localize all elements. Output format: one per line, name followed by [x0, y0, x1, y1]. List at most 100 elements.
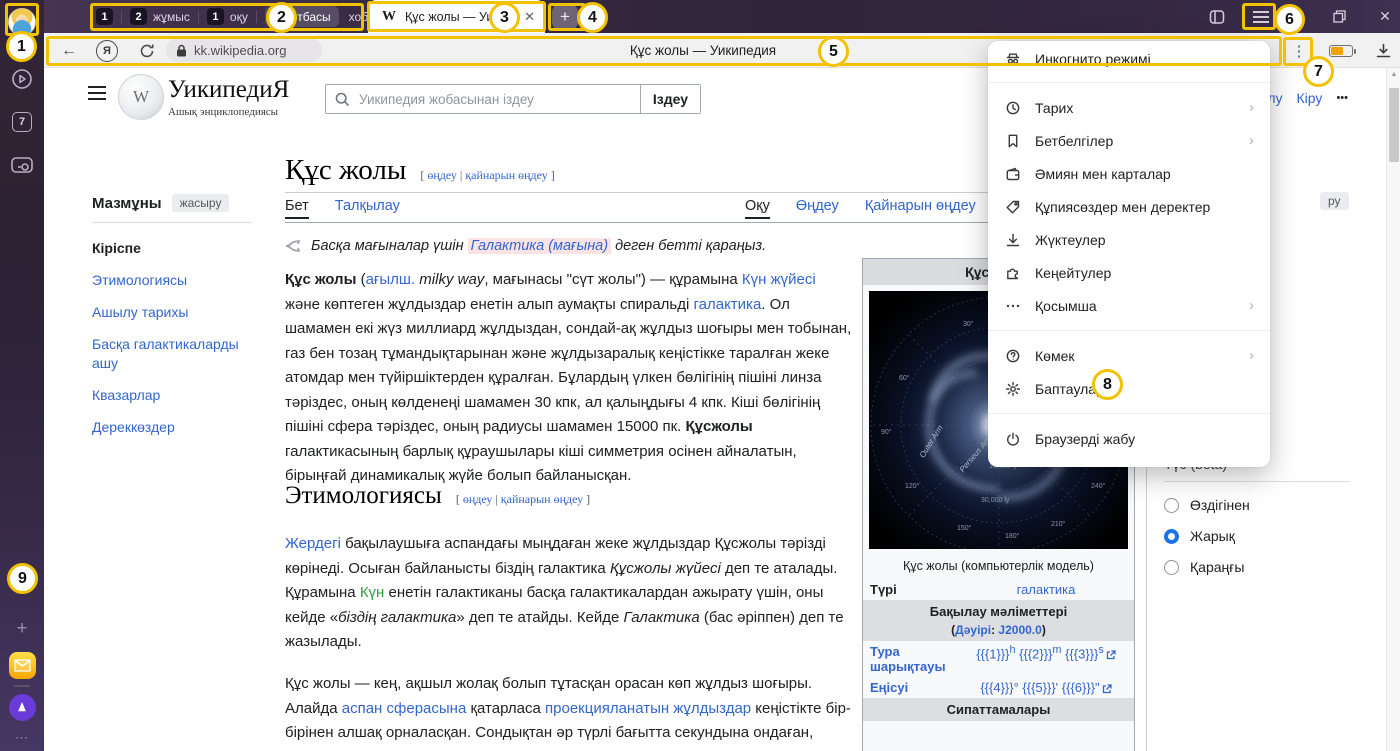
wiki-search-box[interactable]: Іздеу [325, 84, 701, 114]
menu-item-help[interactable]: Көмек › [988, 339, 1270, 372]
toc-hide-button[interactable]: жасыру [172, 194, 230, 212]
search-button[interactable]: Іздеу [640, 85, 700, 113]
link-english[interactable]: ағылш. [366, 271, 416, 288]
radio-dark[interactable]: Қараңғы [1164, 559, 1394, 575]
more-options-dots[interactable]: ••• [1336, 92, 1348, 104]
restore-window-button[interactable] [1326, 0, 1352, 33]
video-player-icon[interactable] [0, 66, 44, 92]
radio-light[interactable]: Жарық [1164, 528, 1394, 544]
callout-4: 4 [577, 2, 608, 33]
toc-item-references[interactable]: Дереккөздер [92, 418, 272, 437]
help-icon [1003, 348, 1023, 364]
page-title: Құс жолы [285, 154, 406, 186]
menu-item-more[interactable]: Қосымша › [988, 289, 1270, 322]
bracket: [ [456, 492, 460, 506]
galaxy-link[interactable]: галактика [1017, 582, 1076, 597]
menu-item-downloads[interactable]: Жүктеулер [988, 223, 1270, 256]
ra-link[interactable]: Тура шарықтауы [870, 644, 946, 674]
text: , мағынасы "сүт жолы") — құрамына [484, 271, 742, 288]
text: » деп те атайды. Кейде [456, 609, 623, 626]
browser-sidebar: 7 + ⋯ [0, 0, 44, 751]
chevron-right-icon: › [1249, 297, 1254, 314]
article-title-row: Құс жолы [ өңдеу | қайнарын өңдеу ] [285, 154, 555, 186]
menu-item-bookmarks[interactable]: Бетбелгілер › [988, 124, 1270, 157]
disambiguation-link[interactable]: Галактика (мағына) [468, 238, 612, 254]
yandex-mail-icon[interactable] [0, 650, 44, 680]
login-link[interactable]: Кіру [1297, 90, 1323, 106]
toc-item-discovery[interactable]: Ашылу тарихы [92, 303, 272, 322]
toc-item-intro[interactable]: Кіріспе [92, 239, 272, 258]
alice-icon [9, 694, 36, 721]
sidebar-more-button[interactable]: ⋯ [0, 728, 44, 748]
close-window-button[interactable]: ✕ [1372, 0, 1398, 33]
menu-item-close-browser[interactable]: Браузерді жабу [988, 422, 1270, 455]
text: ) [1042, 623, 1046, 637]
gear-icon [1003, 381, 1023, 397]
scrollbar[interactable]: ▲ [1386, 68, 1400, 751]
wikipedia-globe-logo[interactable]: W [118, 74, 164, 120]
menu-item-wallet[interactable]: Әмиян мен карталар [988, 157, 1270, 190]
template-value: {{{1}}} [976, 646, 1009, 661]
edit-source-link[interactable]: қайнарын өңдеу [501, 492, 583, 506]
screenshot-icon[interactable] [0, 152, 44, 178]
side-panel-toggle[interactable] [1204, 0, 1230, 33]
epoch-link[interactable]: Дәуірі [955, 623, 991, 637]
appearance-hide-fragment[interactable]: ру [1320, 192, 1349, 210]
text: ( [356, 271, 365, 288]
edit-source-link[interactable]: қайнарын өңдеу [465, 168, 547, 182]
tab-edit[interactable]: Өңдеу [796, 198, 839, 214]
search-input[interactable] [357, 91, 640, 108]
tab-talk[interactable]: Талқылау [335, 198, 400, 214]
tab-counter[interactable]: 7 [0, 110, 44, 134]
etymology-heading-row: Этимологиясы [ өңдеу | қайнарын өңдеу ] [285, 482, 590, 510]
menu-divider [988, 330, 1270, 331]
wiki-menu-button[interactable] [88, 86, 110, 100]
tab-read[interactable]: Оқу [745, 198, 770, 219]
italic-term: Галактика [624, 609, 700, 626]
table-of-contents: Мазмұны жасыру Кіріспе Этимологиясы Ашыл… [92, 194, 272, 437]
alice-assistant-icon[interactable] [0, 692, 44, 722]
scroll-up-arrow[interactable]: ▲ [1387, 71, 1400, 78]
callout-7: 7 [1303, 56, 1334, 87]
radio-label: Өздігінен [1190, 497, 1250, 513]
link-galaxy[interactable]: галактика [694, 296, 762, 313]
scrollbar-thumb[interactable] [1389, 88, 1399, 162]
link-sun[interactable]: Күн [360, 584, 385, 601]
text: . Ол шамамен екі жүз миллиард жұлдыздан,… [285, 296, 851, 436]
sidebar-divider [0, 684, 44, 688]
etymology-paragraph-1: Жердегі бақылаушыға аспандағы мыңдаған ж… [285, 532, 853, 655]
downloads-button[interactable] [1370, 33, 1396, 68]
radio-icon [1164, 498, 1179, 513]
edit-link[interactable]: өңдеу [463, 492, 493, 506]
wikipedia-wordmark[interactable]: УикипедиЯ Ашық энциклопедиясы [168, 76, 289, 118]
bracket: ] [551, 168, 555, 182]
bracket: [ [420, 168, 424, 182]
download-icon [1003, 232, 1023, 248]
annotation-box-hamburger [1242, 3, 1276, 30]
tab-page[interactable]: Бет [285, 198, 309, 219]
menu-label: Көмек [1035, 348, 1249, 364]
radio-auto[interactable]: Өздігінен [1164, 497, 1394, 513]
tab-edit-source[interactable]: Қайнарын өңдеу [865, 198, 976, 214]
menu-item-passwords[interactable]: Құпиясөздер мен деректер [988, 190, 1270, 223]
pipe: | [495, 492, 497, 506]
link-celestial-sphere[interactable]: аспан сферасына [342, 700, 467, 717]
sidebar-add-button[interactable]: + [0, 617, 44, 641]
toc-item-etymology[interactable]: Этимологиясы [92, 271, 272, 290]
toc-item-quasars[interactable]: Квазарлар [92, 386, 272, 405]
key-tag-icon [1003, 199, 1023, 215]
degree-label: 180° [1005, 533, 1019, 540]
toc-item-other-galaxies[interactable]: Басқа галактикаларды ашу [92, 335, 260, 373]
edit-link[interactable]: өңдеу [427, 168, 457, 182]
link-projected-stars[interactable]: проекцияланатын жұлдыздар [545, 700, 751, 717]
wallet-icon [1003, 166, 1023, 182]
menu-item-settings[interactable]: Баптаулар [988, 372, 1270, 405]
menu-item-history[interactable]: Тарих › [988, 91, 1270, 124]
dec-link[interactable]: Еңісуі [870, 680, 908, 695]
epoch-value-link[interactable]: J2000.0 [998, 623, 1041, 637]
link-solar-system[interactable]: Күн жүйесі [742, 271, 816, 288]
callout-3: 3 [489, 2, 520, 33]
menu-item-extensions[interactable]: Кеңейтулер [988, 256, 1270, 289]
link-earth[interactable]: Жердегі [285, 535, 341, 552]
menu-label: Кеңейтулер [1035, 265, 1254, 281]
